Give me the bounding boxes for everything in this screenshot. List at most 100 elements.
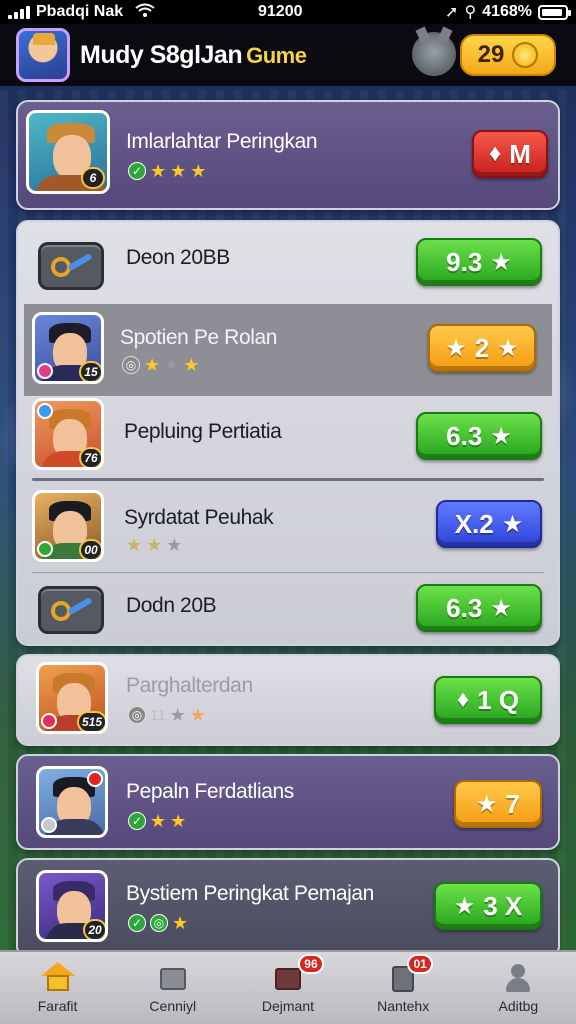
star-icon: ★ [166, 535, 183, 555]
list-item[interactable]: Dodn 20B 6.3 ★ [24, 562, 552, 654]
star-icon: ✦ [164, 355, 180, 375]
star-icon: ★ [170, 811, 187, 831]
nav-label: Aditbg [498, 998, 539, 1014]
app-title: Mudy S8glJan Gume [80, 40, 307, 69]
list-item[interactable]: 76 Pepluing Pertiatia 6.3 ★ [24, 388, 552, 480]
level-badge: 6 [81, 167, 105, 189]
profile-icon [501, 962, 535, 992]
gem-icon [41, 713, 57, 729]
score-button[interactable]: ★ 7 [454, 780, 542, 828]
home-icon [40, 962, 75, 992]
list-item[interactable]: 00 Syrdatat Peuhak ★ ★ ★ X.2 ★ [24, 480, 552, 572]
score-button[interactable]: 9.3 ★ [416, 238, 542, 286]
featured-player-card[interactable]: 6 Imlarlahtar Peringkan ✓ ★ ★ ★ ♦ M [16, 100, 560, 210]
star-icon: ★ [170, 161, 187, 181]
app-title-accent: Gume [246, 42, 307, 68]
coin-icon [512, 42, 539, 68]
key-icon [38, 242, 104, 290]
score-button[interactable]: 6.3 ★ [416, 584, 542, 632]
battery-percent: 4168% [482, 3, 532, 20]
ranking-list: Deon 20BB 9.3 ★ 15 Spotien Pe Rolan ◎ ★ ✦… [16, 220, 560, 646]
chip-icon: ◎ [128, 706, 146, 724]
score-button[interactable]: ★ 2 ★ [428, 324, 536, 372]
player-name: Deon 20BB [126, 246, 230, 269]
diamond-icon: ♦ [489, 140, 502, 167]
rating-stars: ◎ ★ ✦ ★ [122, 356, 199, 374]
nav-item-shop[interactable]: 96 Dejmant [238, 954, 338, 1014]
check-chip-icon: ✓ [128, 162, 146, 180]
app-header: Mudy S8glJan Gume 29 [0, 24, 576, 86]
gem-icon [37, 403, 53, 419]
gem-icon [41, 817, 57, 833]
check-chip-icon: ◎ [150, 914, 168, 932]
key-icon [38, 586, 104, 634]
star-icon: ★ [183, 355, 200, 375]
star-icon: ★ [172, 913, 189, 933]
player-avatar: 20 [36, 870, 108, 942]
diamond-icon: ♦ [456, 686, 470, 713]
challenge-button-label: M [509, 138, 531, 169]
nav-label: Cenniyl [149, 998, 197, 1014]
mascot-icon[interactable] [412, 32, 456, 76]
score-value: 1 Q [477, 684, 520, 715]
score-value: 7 [505, 788, 520, 819]
player-name: Pepaln Ferdatlians [126, 780, 294, 803]
notification-badge: 96 [297, 954, 324, 974]
status-bar: Pbadqi Nak 91200 ➚ ⚲ 4168% [0, 0, 576, 24]
nav-item-profile[interactable]: Aditbg [468, 962, 568, 1014]
star-outline-icon: ★ [445, 334, 467, 362]
player-card[interactable]: Pepaln Ferdatlians ✓ ★ ★ ★ 7 [16, 754, 560, 850]
chip-icon: ◎ [122, 356, 140, 374]
nav-label: Farafit [37, 998, 78, 1014]
list-item-selected[interactable]: 15 Spotien Pe Rolan ◎ ★ ✦ ★ ★ 2 ★ [24, 304, 552, 396]
gem-icon [37, 363, 53, 379]
score-button[interactable]: X.2 ★ [436, 500, 542, 548]
star-icon: ★ [146, 535, 163, 555]
wifi-icon [135, 3, 155, 22]
gem-icon [37, 541, 53, 557]
rating-stars: ✓ ◎ ★ [128, 914, 188, 932]
star-icon: ★ [150, 161, 167, 181]
star-icon: ★ [150, 811, 167, 831]
challenge-button[interactable]: ♦ M [472, 130, 548, 178]
rating-stars: ◎ 11 ★ ★ [128, 706, 206, 724]
nav-item-chest[interactable]: Cenniyl [123, 962, 223, 1014]
list-item[interactable]: Deon 20BB 9.3 ★ [24, 222, 552, 314]
score-value: 9.3 [446, 246, 483, 277]
level-badge: 76 [79, 447, 101, 467]
clock: 91200 [258, 3, 303, 20]
star-icon: ★ [497, 334, 519, 362]
check-chip-icon: ✓ [128, 812, 146, 830]
chest-icon [156, 962, 190, 992]
player-name: Parghalterdan [126, 674, 253, 697]
stat-value: 11 [150, 706, 166, 724]
nav-label: Dejmant [261, 998, 315, 1014]
score-button[interactable]: 6.3 ★ [416, 412, 542, 460]
coin-balance-button[interactable]: 29 [460, 34, 556, 76]
star-icon: ★ [189, 705, 206, 725]
star-icon: ★ [501, 510, 524, 538]
score-value: 2 [474, 332, 490, 363]
battery-icon [538, 4, 571, 20]
nav-item-news[interactable]: 01 Nantehx [353, 954, 453, 1014]
player-name: Syrdatat Peuhak [124, 506, 274, 529]
bottom-nav: Farafit Cenniyl 96 Dejmant 01 Nantehx Ad… [0, 950, 576, 1024]
signal-icon [8, 5, 30, 19]
score-value: X.2 [454, 508, 494, 539]
star-icon: ★ [490, 422, 512, 450]
score-value: 3 X [483, 890, 523, 921]
star-icon: ★ [169, 705, 186, 725]
app-logo [16, 28, 70, 82]
level-badge: 15 [79, 361, 101, 381]
alert-dot-icon [87, 771, 103, 787]
carrier-name: Pbadqi Nak [36, 3, 124, 20]
player-card-faded[interactable]: 515 Parghalterdan ◎ 11 ★ ★ ♦ 1 Q [16, 654, 560, 746]
score-button[interactable]: ★ 3 X [434, 882, 542, 930]
score-button[interactable]: ♦ 1 Q [434, 676, 542, 724]
player-card[interactable]: 20 Bystiem Peringkat Pemajan ✓ ◎ ★ ★ 3 X [16, 858, 560, 958]
player-name: Dodn 20B [126, 594, 217, 617]
player-name: Pepluing Pertiatia [124, 420, 282, 443]
nav-item-home[interactable]: Farafit [8, 962, 108, 1014]
score-value: 6.3 [446, 592, 483, 623]
check-chip-icon: ✓ [128, 914, 146, 932]
